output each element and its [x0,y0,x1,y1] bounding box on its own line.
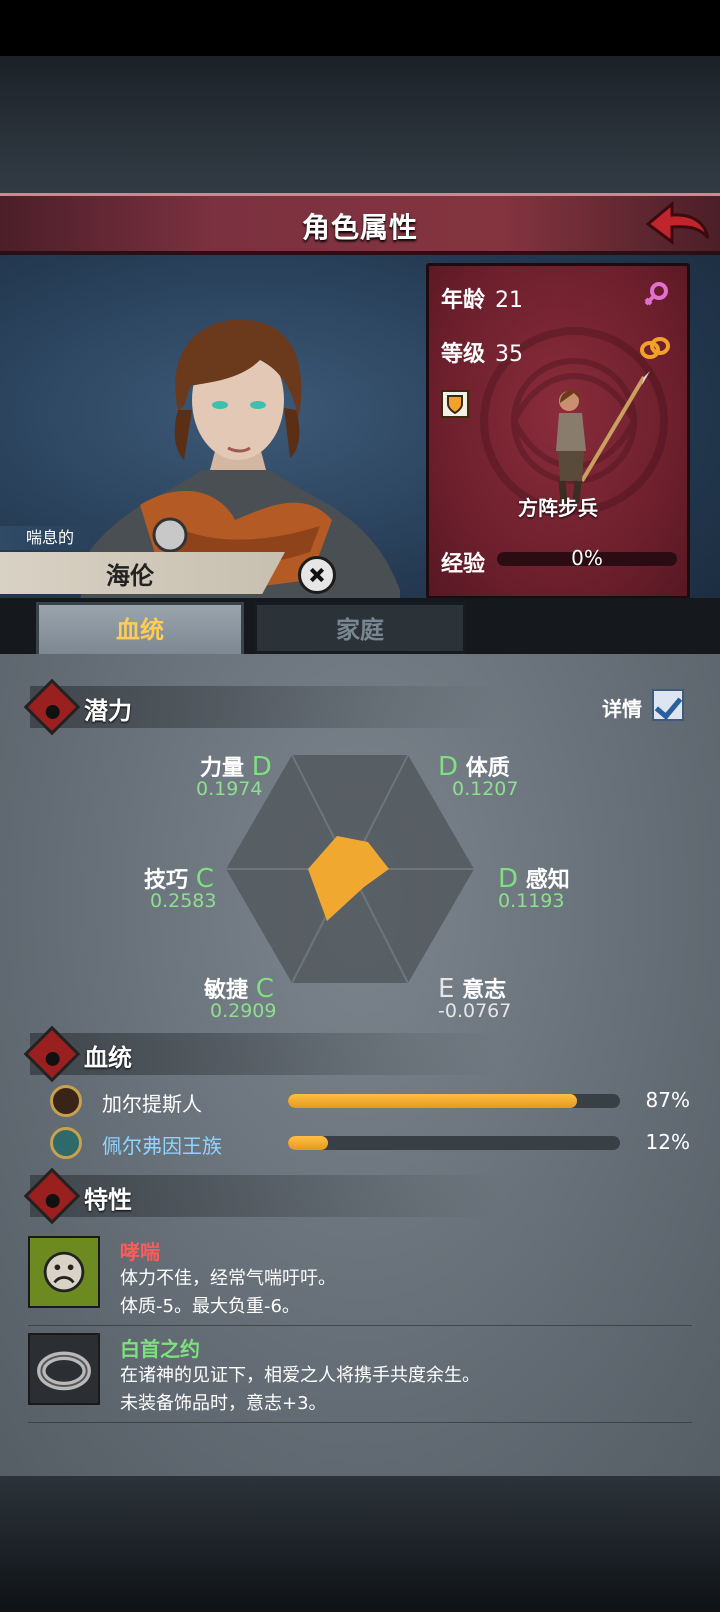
level-row: 等级 35 [441,336,523,368]
page-title: 角色属性 [301,211,418,244]
bloodline-percent: 12% [645,1130,690,1154]
ring-icon [28,1333,100,1405]
bloodline-bar [288,1094,620,1108]
age-row: 年龄 21 [441,282,523,314]
dismiss-button[interactable] [298,556,336,594]
mood-status: 喘息的 [0,526,110,550]
tab-bloodline[interactable]: 血统 [36,602,244,654]
attr-strength-value: 0.1974 [196,778,263,800]
bloodline-bar [288,1136,620,1150]
attr-constitution-value: 0.1207 [452,778,519,800]
back-arrow-icon[interactable] [646,200,710,250]
bloodline-row[interactable]: 佩尔弗因王族 12% [50,1126,690,1162]
attr-perception-value: 0.1193 [498,890,565,912]
detail-checkbox[interactable] [652,689,684,721]
galtis-crest-icon [50,1085,82,1117]
trait-name: 白首之约 [120,1337,200,1361]
traits-title: 特性 [84,1186,132,1214]
potential-section-header: 潜力 [23,678,500,736]
level-label: 等级 [441,342,486,367]
bloodline-row[interactable]: 加尔提斯人 87% [50,1084,690,1120]
trait-description: 体力不佳，经常气喘吁吁。 [120,1268,336,1289]
traits-section-header: 特性 [23,1167,500,1225]
trait-description: 在诸神的见证下，相爱之人将携手共度余生。 [120,1365,480,1386]
trait-item[interactable]: 白首之约 在诸神的见证下，相爱之人将携手共度余生。 未装备饰品时，意志+3。 [28,1333,692,1423]
trait-name: 哮喘 [120,1240,160,1264]
pelfoin-crest-icon [50,1127,82,1159]
tab-family[interactable]: 家庭 [254,602,466,654]
bloodline-name: 佩尔弗因王族 [102,1134,222,1158]
header-frame [0,56,720,196]
bloodline-title: 血统 [84,1044,132,1072]
bloodline-section-header: 血统 [23,1025,500,1083]
bloodline-name: 加尔提斯人 [102,1092,202,1116]
unit-stat-card: 年龄 21 等级 35 方阵步兵 经验 0% [426,263,690,599]
attr-skill-value: 0.2583 [150,890,217,912]
hero-portrait [70,319,400,650]
blood-drop-icon [23,1025,81,1083]
trait-effect: 体质-5。最大负重-6。 [120,1296,300,1317]
potential-icon [23,678,81,736]
female-gender-icon [644,282,668,306]
trait-item[interactable]: 哮喘 体力不佳，经常气喘吁吁。 体质-5。最大负重-6。 [28,1236,692,1326]
exp-label: 经验 [441,552,486,577]
flame-icon [23,1167,81,1225]
potential-title: 潜力 [84,697,132,725]
trait-effect: 未装备饰品时，意志+3。 [120,1393,327,1414]
age-value: 21 [495,288,524,313]
unit-type-label: 方阵步兵 [518,496,598,520]
detail-label: 详情 [602,697,642,721]
phalanx-infantry-figure [556,371,650,504]
wedding-rings-icon [640,337,670,359]
bottom-frame [0,1476,720,1612]
shield-icon[interactable] [441,390,469,418]
level-value: 35 [495,342,524,367]
sad-face-icon [28,1236,100,1308]
hero-name[interactable]: 海伦 [0,556,260,591]
bloodline-percent: 87% [645,1088,690,1112]
exp-value: 0% [571,546,603,570]
age-label: 年龄 [441,288,486,313]
attr-willpower-value: -0.0767 [438,1000,512,1022]
attr-agility-value: 0.2909 [210,1000,277,1022]
title-bar: 角色属性 [0,193,720,255]
status-bar-area [0,0,720,56]
